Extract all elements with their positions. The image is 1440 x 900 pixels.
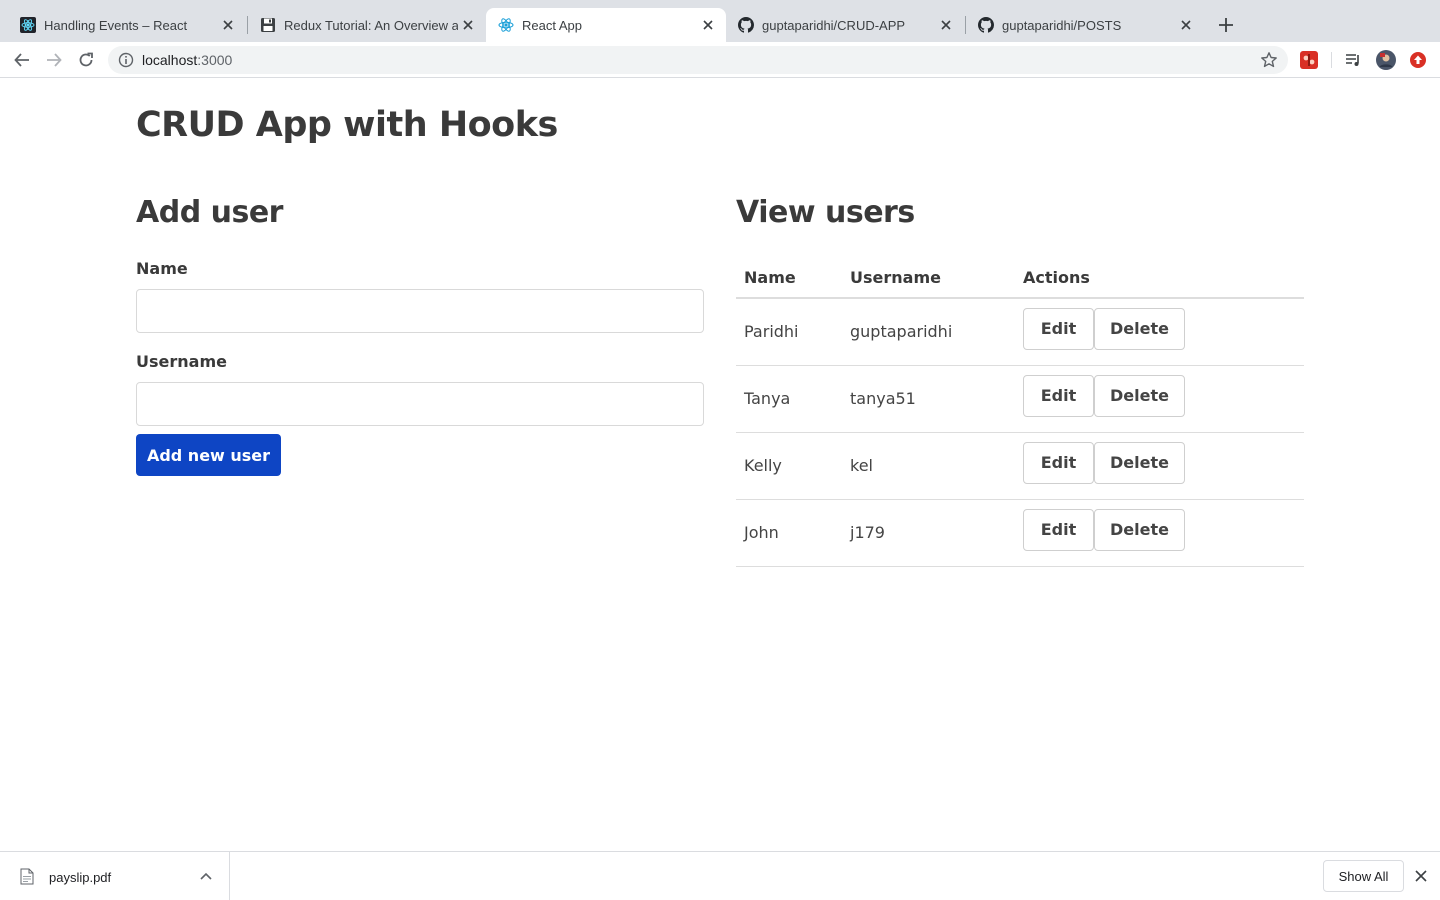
column-header-username: Username <box>842 257 1015 299</box>
url-text: localhost:3000 <box>142 52 232 68</box>
arrow-right-icon <box>47 53 62 67</box>
actions-cell: Edit Delete <box>1015 365 1304 433</box>
edit-button[interactable]: Edit <box>1023 441 1094 484</box>
tab-title: guptaparidhi/CRUD-APP <box>762 17 906 33</box>
actions-cell: Edit Delete <box>1015 298 1304 366</box>
tab-crud-app-repo[interactable]: guptaparidhi/CRUD-APP <box>726 8 964 42</box>
download-shelf: payslip.pdf Show All <box>0 851 1440 900</box>
info-icon[interactable] <box>118 52 134 68</box>
table-row: John j179 Edit Delete <box>736 499 1304 567</box>
tab-title: Handling Events – React <box>44 17 188 33</box>
user-name-cell: Paridhi <box>736 298 842 366</box>
close-icon[interactable] <box>1412 867 1430 885</box>
tab-posts-repo[interactable]: guptaparidhi/POSTS <box>966 8 1204 42</box>
name-input[interactable] <box>136 289 704 333</box>
users-table: Name Username Actions Paridhi guptaparid… <box>736 257 1304 567</box>
edit-button[interactable]: Edit <box>1023 508 1094 551</box>
arrow-left-icon <box>14 53 29 67</box>
media-controls-icon[interactable] <box>1343 50 1363 70</box>
page-title: CRUD App with Hooks <box>136 105 558 145</box>
delete-button[interactable]: Delete <box>1094 508 1185 551</box>
tab-strip: Handling Events – React Redux Tutorial: … <box>0 0 1440 42</box>
floppy-disk-icon <box>260 17 276 33</box>
plus-icon <box>1219 18 1233 32</box>
profile-avatar-icon[interactable] <box>1376 50 1396 70</box>
username-input[interactable] <box>136 382 704 426</box>
page-content: CRUD App with Hooks Add user Name Userna… <box>0 79 1440 851</box>
edit-button[interactable]: Edit <box>1023 374 1094 417</box>
url-port: :3000 <box>197 52 233 68</box>
table-row: Tanya tanya51 Edit Delete <box>736 365 1304 433</box>
react-icon <box>20 17 36 33</box>
url-host: localhost <box>142 52 198 68</box>
tab-redux-tutorial[interactable]: Redux Tutorial: An Overview and <box>248 8 486 42</box>
update-icon[interactable] <box>1408 50 1428 70</box>
delete-button[interactable]: Delete <box>1094 374 1185 417</box>
delete-button[interactable]: Delete <box>1094 441 1185 484</box>
close-icon[interactable] <box>458 15 478 35</box>
reload-icon <box>79 52 93 67</box>
column-header-name: Name <box>736 257 842 299</box>
delete-button[interactable]: Delete <box>1094 307 1185 350</box>
user-username-cell: j179 <box>842 499 1015 567</box>
back-button[interactable] <box>10 48 34 72</box>
reload-button[interactable] <box>74 48 98 72</box>
view-users-heading: View users <box>736 195 915 230</box>
bookmark-star-icon[interactable] <box>1260 51 1278 69</box>
user-username-cell: kel <box>842 432 1015 500</box>
edit-button[interactable]: Edit <box>1023 307 1094 350</box>
show-all-button[interactable]: Show All <box>1323 860 1404 892</box>
address-bar[interactable]: localhost:3000 <box>108 46 1288 74</box>
github-icon <box>738 17 754 33</box>
user-username-cell: guptaparidhi <box>842 298 1015 366</box>
close-icon[interactable] <box>218 15 238 35</box>
tab-title: React App <box>522 17 582 33</box>
download-item[interactable]: payslip.pdf <box>0 852 230 900</box>
toolbar-divider <box>1331 52 1332 68</box>
actions-cell: Edit Delete <box>1015 499 1304 567</box>
name-label: Name <box>136 259 188 278</box>
pdf-file-icon <box>20 868 34 885</box>
actions-cell: Edit Delete <box>1015 432 1304 500</box>
download-file-name: payslip.pdf <box>49 870 112 885</box>
table-header-row: Name Username Actions <box>736 257 1304 299</box>
react-icon <box>498 17 514 33</box>
browser-toolbar: localhost:3000 <box>0 42 1440 78</box>
new-tab-button[interactable] <box>1214 13 1238 37</box>
table-row: Kelly kel Edit Delete <box>736 432 1304 500</box>
add-user-heading: Add user <box>136 195 283 230</box>
chevron-up-icon[interactable] <box>198 868 214 884</box>
close-icon[interactable] <box>698 15 718 35</box>
forward-button[interactable] <box>42 48 66 72</box>
tab-react-app[interactable]: React App <box>486 8 726 42</box>
column-header-actions: Actions <box>1015 257 1304 299</box>
user-name-cell: Tanya <box>736 365 842 433</box>
user-name-cell: John <box>736 499 842 567</box>
tab-title: guptaparidhi/POSTS <box>1002 17 1122 33</box>
tab-title: Redux Tutorial: An Overview and <box>284 17 458 33</box>
github-icon <box>978 17 994 33</box>
user-username-cell: tanya51 <box>842 365 1015 433</box>
table-row: Paridhi guptaparidhi Edit Delete <box>736 298 1304 366</box>
close-icon[interactable] <box>936 15 956 35</box>
extension-icon[interactable] <box>1299 50 1319 70</box>
username-label: Username <box>136 352 227 371</box>
tab-handling-events[interactable]: Handling Events – React <box>8 8 246 42</box>
close-icon[interactable] <box>1176 15 1196 35</box>
add-new-user-button[interactable]: Add new user <box>136 434 281 476</box>
user-name-cell: Kelly <box>736 432 842 500</box>
